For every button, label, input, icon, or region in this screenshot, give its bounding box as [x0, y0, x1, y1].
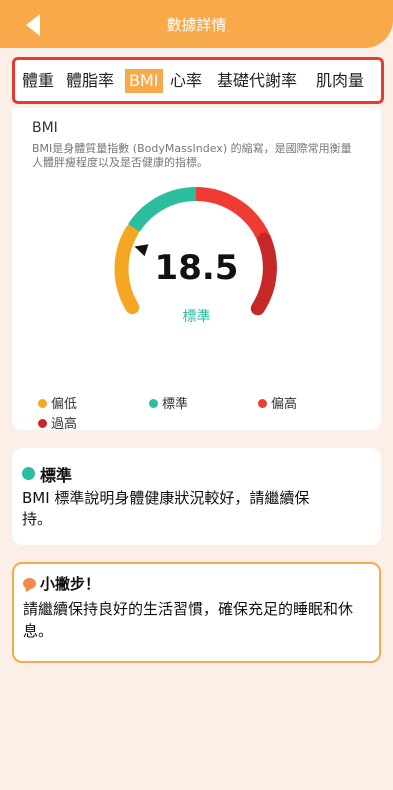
tab-weight[interactable]: 體重	[22, 69, 54, 93]
tab-heart-rate[interactable]: 心率	[170, 69, 202, 93]
bmi-status-label: 標準	[182, 309, 211, 325]
header-bar: 數據詳情	[0, 0, 393, 48]
legend-item-normal: 標準	[149, 393, 188, 412]
bmi-title: BMI	[32, 120, 58, 136]
tip-heading: 小撇步！	[40, 575, 101, 593]
tab-muscle[interactable]: 肌肉量	[316, 69, 364, 93]
status-card: 標準 BMI 標準說明身體健康狀況較好，請繼續保持。	[12, 448, 381, 545]
tip-card: 小撇步！ 請繼續保持良好的生活習慣，確保充足的睡眠和休息。	[12, 562, 381, 663]
tab-bmr[interactable]: 基礎代謝率	[217, 69, 297, 93]
tab-body-fat[interactable]: 體脂率	[66, 69, 114, 93]
legend-dot-normal	[149, 399, 158, 408]
legend-dot-low	[38, 399, 47, 408]
status-dot-icon	[22, 467, 35, 480]
speech-bubble-icon	[23, 578, 36, 589]
tip-text: 請繼續保持良好的生活習慣，確保充足的睡眠和休息。	[23, 600, 354, 640]
gauge-segment-normal	[128, 187, 197, 232]
metric-tabs: 體重 體脂率 BMI 心率 基礎代謝率 肌肉量	[12, 57, 384, 104]
legend-item-high: 偏高	[258, 393, 297, 412]
legend-item-low: 偏低	[38, 393, 77, 412]
gauge-segment-high	[195, 187, 271, 243]
tab-bmi[interactable]: BMI	[125, 69, 163, 93]
legend-dot-high	[258, 399, 267, 408]
status-text: BMI 標準說明身體健康狀況較好，請繼續保持。	[22, 489, 310, 528]
page-title: 數據詳情	[166, 16, 227, 34]
bmi-description: BMI是身體質量指數 (BodyMassIndex) 的縮寫，是國際常用衡量人體…	[32, 142, 352, 169]
bmi-value: 18.5	[154, 248, 239, 288]
bmi-card: BMI BMI是身體質量指數 (BodyMassIndex) 的縮寫，是國際常用…	[12, 108, 381, 432]
legend-dot-very-high	[38, 419, 47, 428]
legend-item-very-high: 過高	[38, 413, 77, 432]
status-heading: 標準	[40, 466, 73, 485]
